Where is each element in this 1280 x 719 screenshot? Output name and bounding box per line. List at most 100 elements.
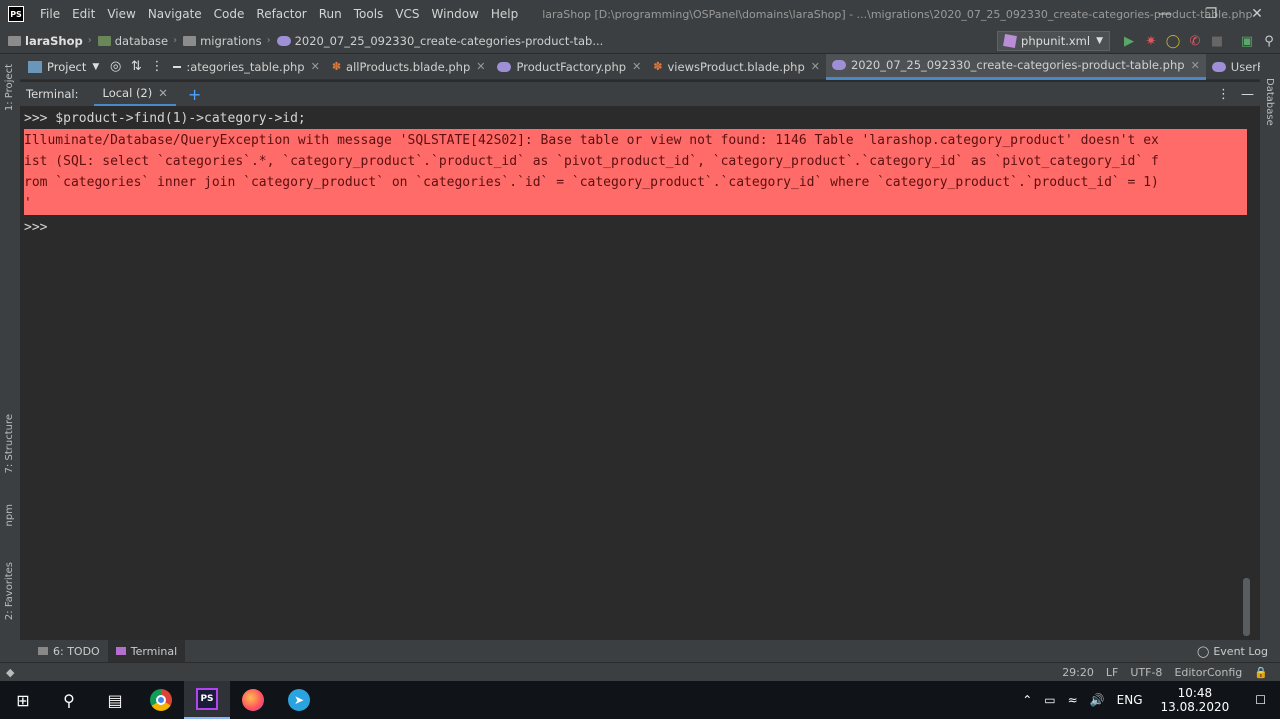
close-tab-icon[interactable]: ✕ <box>311 60 320 73</box>
battery-icon[interactable]: ▭ <box>1044 693 1055 707</box>
menu-run[interactable]: Run <box>313 7 348 21</box>
php-file-icon <box>276 35 291 46</box>
tab-categories-table[interactable]: :ategories_table.php ✕ <box>167 54 325 80</box>
clock[interactable]: 10:48 13.08.2020 <box>1155 686 1236 714</box>
search-icon[interactable]: ⚲ <box>1258 31 1280 51</box>
language-indicator[interactable]: ENG <box>1117 693 1143 707</box>
minimize-icon[interactable]: — <box>1142 0 1188 28</box>
debug-icon[interactable]: ✷ <box>1140 31 1162 51</box>
hide-icon[interactable]: — <box>1241 87 1254 102</box>
clock-time: 10:48 <box>1177 686 1213 700</box>
breadcrumb-project[interactable]: laraShop › <box>8 34 92 48</box>
telegram-icon[interactable]: ➤ <box>276 681 322 719</box>
breadcrumb-file[interactable]: 2020_07_25_092330_create-categories-prod… <box>276 34 603 48</box>
terminal-output[interactable]: >>> $product->find(1)->category->id; Ill… <box>20 108 1250 640</box>
breadcrumb-migrations[interactable]: migrations › <box>183 34 271 48</box>
tab-viewsproduct-blade[interactable]: ✽ viewsProduct.blade.php ✕ <box>647 54 826 80</box>
layers-icon[interactable]: ◆ <box>6 666 14 679</box>
phpunit-icon <box>1003 34 1017 48</box>
terminal-icon[interactable]: ▣ <box>1236 31 1258 51</box>
phpstorm-logo-icon: PS <box>8 6 24 22</box>
wifi-icon[interactable]: ≈ <box>1068 693 1078 707</box>
project-tool-button[interactable]: 1: Project <box>4 64 15 111</box>
run-toolbar: phpunit.xml ▼ ▶ ✷ ◯ ✆ ■ ▣ ⚲ <box>997 28 1280 54</box>
error-line: rom `categories` inner join `category_pr… <box>24 175 1159 190</box>
todo-tool-button[interactable]: 6: TODO <box>30 640 108 662</box>
php-icon <box>497 61 512 72</box>
phpstorm-icon[interactable]: PS <box>184 681 230 719</box>
locate-icon[interactable]: ◎ <box>105 57 126 77</box>
more-options-icon[interactable]: ⋮ <box>147 57 168 77</box>
npm-tool-button[interactable]: npm <box>4 504 15 526</box>
tab-userfactory[interactable]: UserFactory.php <box>1206 54 1260 80</box>
task-view-icon[interactable]: ▤ <box>92 681 138 719</box>
menu-help[interactable]: Help <box>485 7 524 21</box>
stop-icon[interactable]: ■ <box>1206 31 1228 51</box>
new-terminal-icon[interactable]: + <box>188 85 201 104</box>
terminal-tab-local[interactable]: Local (2) ✕ <box>94 82 176 106</box>
lock-icon[interactable]: 🔒 <box>1254 666 1268 679</box>
structure-tool-button[interactable]: 7: Structure <box>4 414 15 473</box>
close-tab-icon[interactable]: ✕ <box>632 60 641 73</box>
phone-icon[interactable]: ✆ <box>1184 31 1206 51</box>
terminal-tool-button[interactable]: Terminal <box>107 640 186 662</box>
system-tray: ⌃ ▭ ≈ 🔊 ENG 10:48 13.08.2020 ☐ <box>1016 681 1280 719</box>
editor-config[interactable]: EditorConfig <box>1174 666 1242 679</box>
terminal-label: Terminal: <box>26 87 79 101</box>
folder-icon <box>97 35 111 46</box>
blade-icon: ✽ <box>653 60 663 73</box>
menu-tools[interactable]: Tools <box>348 7 390 21</box>
restore-icon[interactable]: ❐ <box>1188 0 1234 28</box>
scrollbar[interactable] <box>1243 578 1250 636</box>
todo-icon <box>38 647 48 655</box>
tab-migration-file[interactable]: 2020_07_25_092330_create-categories-prod… <box>825 53 1206 80</box>
blade-icon: ✽ <box>331 60 342 73</box>
close-tab-icon[interactable]: ✕ <box>158 86 168 100</box>
search-icon[interactable]: ⚲ <box>46 681 92 719</box>
folder-icon <box>183 35 197 46</box>
volume-icon[interactable]: 🔊 <box>1090 693 1105 707</box>
caret-position[interactable]: 29:20 <box>1062 666 1094 679</box>
main-menu: File Edit View Navigate Code Refactor Ru… <box>34 7 524 21</box>
menu-navigate[interactable]: Navigate <box>142 7 208 21</box>
windows-taskbar: ⊞ ⚲ ▤ PS ➤ ⌃ ▭ ≈ 🔊 ENG 10:48 13.08.2020 … <box>0 681 1280 719</box>
tab-productfactory[interactable]: ProductFactory.php ✕ <box>491 54 647 80</box>
bottom-tool-tabs: 6: TODO Terminal ◯ Event Log <box>0 640 1280 662</box>
menu-code[interactable]: Code <box>208 7 251 21</box>
notification-icon[interactable]: ☐ <box>1255 693 1266 707</box>
menu-window[interactable]: Window <box>426 7 485 21</box>
run-config-select[interactable]: phpunit.xml ▼ <box>997 31 1110 51</box>
file-encoding[interactable]: UTF-8 <box>1130 666 1162 679</box>
event-log-button[interactable]: ◯ Event Log <box>1197 640 1268 662</box>
close-icon[interactable]: ✕ <box>1234 0 1280 28</box>
menu-view[interactable]: View <box>101 7 141 21</box>
folder-icon <box>8 35 21 46</box>
close-tab-icon[interactable]: ✕ <box>476 60 485 73</box>
menu-vcs[interactable]: VCS <box>389 7 425 21</box>
more-options-icon[interactable]: ⋮ <box>1217 87 1230 102</box>
error-line: Illuminate/Database/QueryException with … <box>24 133 1159 148</box>
terminal-icon <box>115 647 126 655</box>
line-separator[interactable]: LF <box>1106 666 1118 679</box>
file-icon <box>173 65 182 68</box>
terminal-command-line: >>> $product->find(1)->category->id; <box>24 111 306 126</box>
breadcrumb-database[interactable]: database › <box>97 34 177 48</box>
left-tool-stripe: 1: Project 7: Structure npm 2: Favorites <box>0 54 20 640</box>
project-view-select[interactable]: Project ▼ <box>20 54 99 80</box>
close-tab-icon[interactable]: ✕ <box>1191 59 1200 72</box>
start-button-icon[interactable]: ⊞ <box>0 681 46 719</box>
collapse-icon[interactable]: ⇅ <box>126 57 147 77</box>
coverage-icon[interactable]: ◯ <box>1162 31 1184 51</box>
close-tab-icon[interactable]: ✕ <box>811 60 820 73</box>
firefox-icon[interactable] <box>230 681 276 719</box>
menu-edit[interactable]: Edit <box>66 7 101 21</box>
favorites-tool-button[interactable]: 2: Favorites <box>4 562 15 620</box>
chrome-icon[interactable] <box>138 681 184 719</box>
menu-refactor[interactable]: Refactor <box>250 7 312 21</box>
chevron-up-icon[interactable]: ⌃ <box>1022 693 1032 707</box>
database-tool-button[interactable]: Database <box>1264 78 1275 126</box>
tab-allproducts-blade[interactable]: ✽ allProducts.blade.php ✕ <box>326 54 492 80</box>
menu-file[interactable]: File <box>34 7 66 21</box>
run-icon[interactable]: ▶ <box>1118 31 1140 51</box>
php-icon <box>1211 61 1226 72</box>
